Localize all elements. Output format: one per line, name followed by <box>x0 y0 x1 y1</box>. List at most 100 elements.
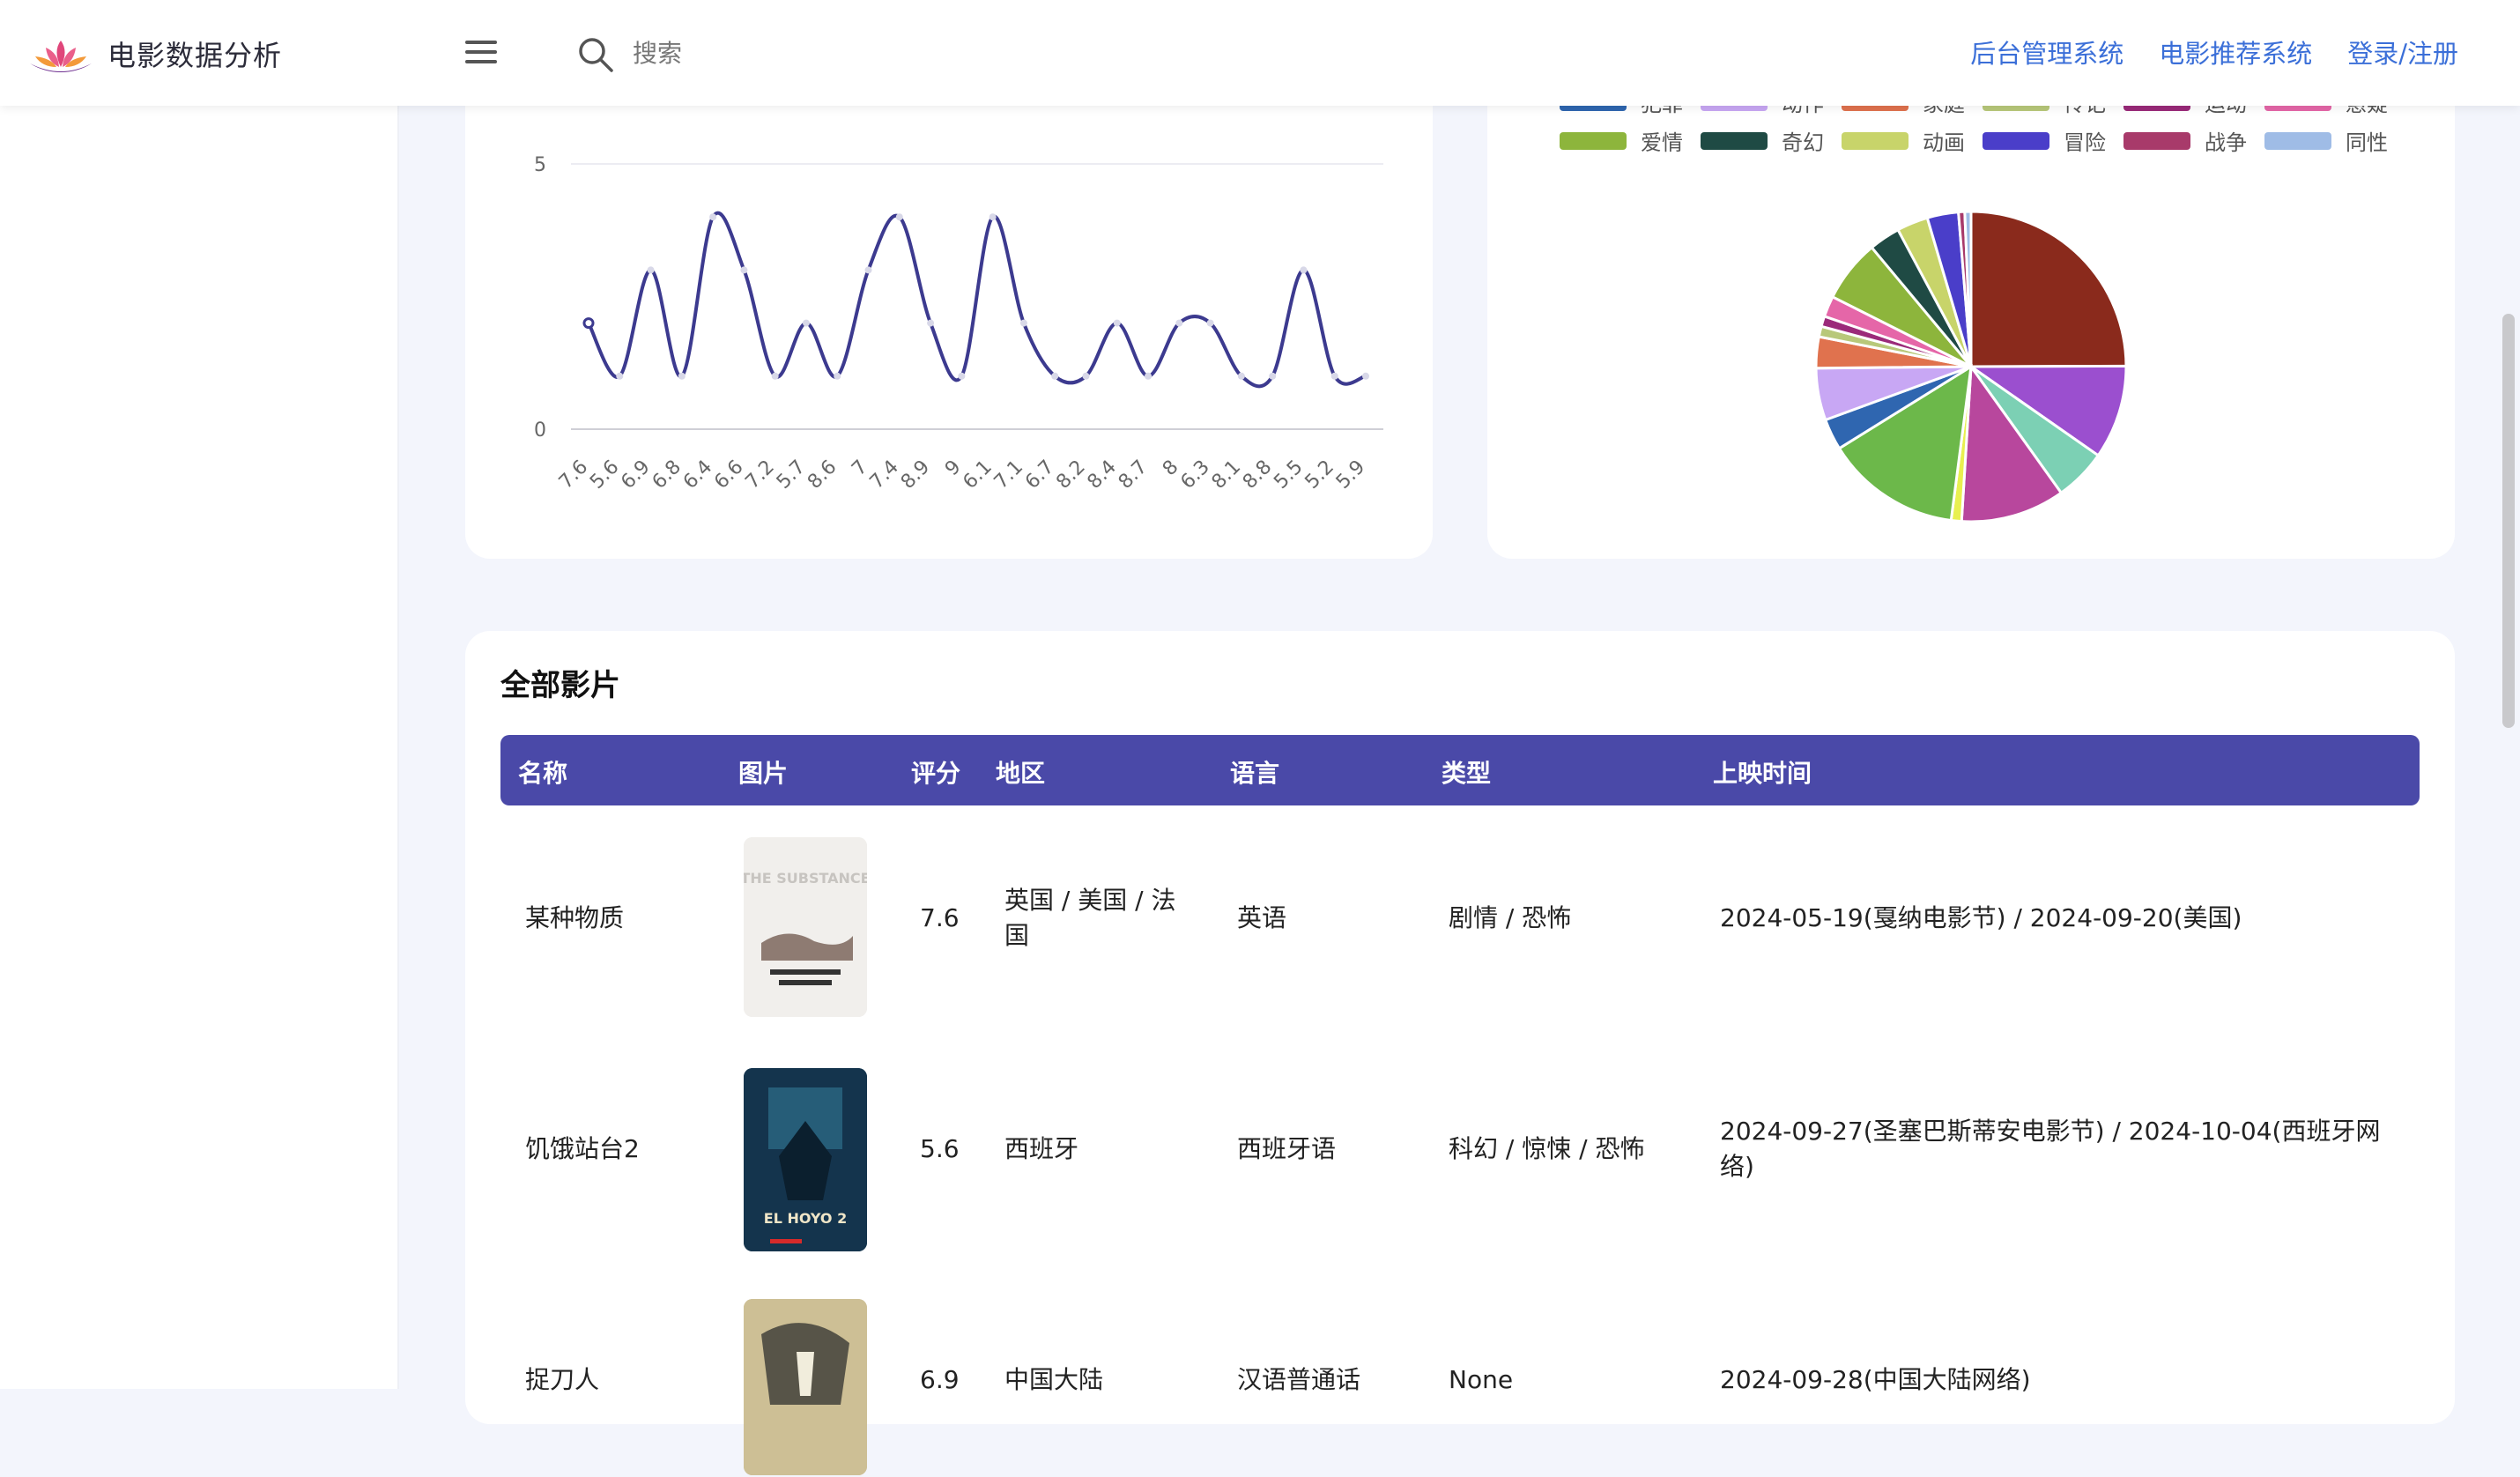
data-point <box>1362 372 1369 380</box>
movie-poster[interactable] <box>744 1299 867 1475</box>
nav-link-admin[interactable]: 后台管理系统 <box>1970 33 2123 71</box>
data-point <box>1082 372 1090 380</box>
data-point <box>895 213 903 221</box>
movie-poster[interactable]: THE SUBSTANCE <box>744 837 867 1017</box>
x-tick-label: 5.9 <box>1332 456 1369 494</box>
movie-region: 中国大陆 <box>1004 1365 1104 1394</box>
search-icon[interactable] <box>576 35 615 74</box>
data-point <box>1237 372 1245 380</box>
data-point <box>958 372 966 380</box>
hamburger-menu-icon[interactable] <box>465 41 497 67</box>
movie-release: 2024-09-27(圣塞巴斯蒂安电影节) / 2024-10-04(西班牙网络… <box>1720 1117 2381 1181</box>
data-point <box>709 213 717 221</box>
data-point <box>1175 319 1183 327</box>
movie-release: 2024-09-28(中国大陆网络) <box>1720 1365 2031 1394</box>
data-point <box>616 372 624 380</box>
left-sidebar <box>0 0 399 1389</box>
movie-rating: 7.6 <box>920 903 960 932</box>
header-nav: 后台管理系统 电影推荐系统 登录/注册 <box>1970 33 2458 71</box>
movie-language: 西班牙语 <box>1237 1134 1337 1163</box>
movie-name[interactable]: 某种物质 <box>525 901 624 936</box>
x-tick-label: 5.7 <box>773 456 810 494</box>
page-scrollbar[interactable] <box>2502 314 2515 728</box>
table-header: 名称 图片 评分 地区 语言 类型 上映时间 <box>500 735 2420 805</box>
movie-name[interactable]: 捉刀人 <box>525 1362 599 1398</box>
data-point <box>740 266 748 274</box>
x-tick-label: 8.1 <box>1208 456 1245 494</box>
movie-genre: None <box>1449 1365 1514 1394</box>
x-tick-label: 6.6 <box>710 456 747 494</box>
data-point <box>1206 319 1214 327</box>
poster-title: EL HOYO 2 <box>764 1210 847 1227</box>
lotus-logo-icon <box>30 41 92 72</box>
x-tick-label: 8.7 <box>1115 456 1152 494</box>
x-tick-label: 7.1 <box>990 456 1027 494</box>
table-row[interactable]: 捉刀人 6.9 中国大陆 汉语普通话 None 2024-09-28(中国大陆网… <box>500 1292 2420 1477</box>
search-input[interactable] <box>631 32 1004 74</box>
x-tick-label: 8.6 <box>804 456 841 494</box>
col-header-release: 上映时间 <box>1713 759 1812 788</box>
x-tick-label: 7.2 <box>741 456 778 494</box>
col-header-region: 地区 <box>996 759 1046 788</box>
top-header: 电影数据分析 后台管理系统 电影推荐系统 登录/注册 <box>0 0 2520 106</box>
x-tick-label: 6.4 <box>679 456 716 494</box>
movie-poster[interactable]: EL HOYO 2 <box>744 1068 867 1251</box>
data-point <box>802 319 810 327</box>
nav-link-login[interactable]: 登录/注册 <box>2347 33 2458 71</box>
movie-rating: 5.6 <box>920 1134 960 1163</box>
x-tick-label: 7.6 <box>555 456 592 494</box>
data-point <box>1145 372 1153 380</box>
col-header-genre: 类型 <box>1442 759 1492 788</box>
section-title: 全部影片 <box>500 668 620 703</box>
x-tick-label: 7.4 <box>866 456 903 494</box>
data-point <box>771 372 779 380</box>
data-point <box>1269 372 1277 380</box>
data-point <box>647 266 655 274</box>
data-point <box>1300 266 1308 274</box>
y-tick-label: 5 <box>534 154 546 176</box>
col-header-rating: 评分 <box>911 759 961 788</box>
data-point <box>1051 372 1059 380</box>
data-point <box>864 266 872 274</box>
pie-slice <box>1969 210 2128 368</box>
data-point <box>1019 319 1027 327</box>
data-point <box>834 372 841 380</box>
x-tick-label: 8.2 <box>1052 456 1089 494</box>
x-tick-label: 8.8 <box>1239 456 1276 494</box>
movie-table-card: 全部影片 名称 图片 评分 地区 语言 类型 上映时间 某种物质 THE SUB… <box>465 631 2455 1475</box>
table-row[interactable]: 某种物质 THE SUBSTANCE 7.6 英国 / 美国 / 法国 英语 剧… <box>500 830 2420 1017</box>
x-tick-label: 5.5 <box>1270 456 1307 494</box>
data-point <box>678 372 686 380</box>
x-tick-label: 8.4 <box>1084 456 1121 494</box>
app-title: 电影数据分析 <box>107 39 283 72</box>
x-tick-label: 6.1 <box>959 456 996 494</box>
movie-release: 2024-05-19(戛纳电影节) / 2024-09-20(美国) <box>1720 903 2242 932</box>
x-tick-label: 6.3 <box>1176 456 1213 494</box>
nav-link-recommend[interactable]: 电影推荐系统 <box>2159 33 2312 71</box>
rating-series-line <box>587 211 1367 389</box>
movie-genre: 剧情 / 恐怖 <box>1449 903 1572 932</box>
x-tick-label: 6.9 <box>617 456 654 494</box>
genre-pie-chart-card: 剧情恐怖科幻惊悚历史喜剧犯罪动作家庭传记运动悬疑爱情奇幻动画冒险战争同性 <box>1487 53 2455 559</box>
data-point <box>927 319 935 327</box>
movie-language: 英语 <box>1237 903 1287 932</box>
poster-title: THE SUBSTANCE <box>744 870 867 887</box>
data-point <box>989 213 997 221</box>
table-row[interactable]: 饥饿站台2 EL HOYO 2 5.6 西班牙 西班牙语 科幻 / 惊悚 / 恐… <box>500 1061 2420 1251</box>
movie-region: 英国 / 美国 / 法国 <box>1004 886 1176 950</box>
genre-pie-chart <box>1814 210 2128 523</box>
rating-line-chart-card: 0 5 7.6 5.6 6.9 6.8 6.4 6.6 7.2 5.7 8.6 7 7.4 8.9 9 6.1… <box>465 53 1433 559</box>
y-tick-label: 0 <box>534 419 546 442</box>
movie-name[interactable]: 饥饿站台2 <box>525 1132 640 1167</box>
data-point <box>1330 372 1338 380</box>
x-tick-label: 6.8 <box>649 456 686 494</box>
x-tick-label: 5.6 <box>586 456 623 494</box>
movie-region: 西班牙 <box>1004 1134 1079 1163</box>
data-point <box>1113 319 1121 327</box>
movie-rating: 6.9 <box>920 1365 960 1394</box>
x-tick-label: 5.2 <box>1301 456 1338 494</box>
data-point <box>582 317 595 330</box>
x-tick-label: 8.9 <box>897 456 934 494</box>
movie-genre: 科幻 / 惊悚 / 恐怖 <box>1449 1134 1645 1163</box>
col-header-poster: 图片 <box>738 759 789 788</box>
